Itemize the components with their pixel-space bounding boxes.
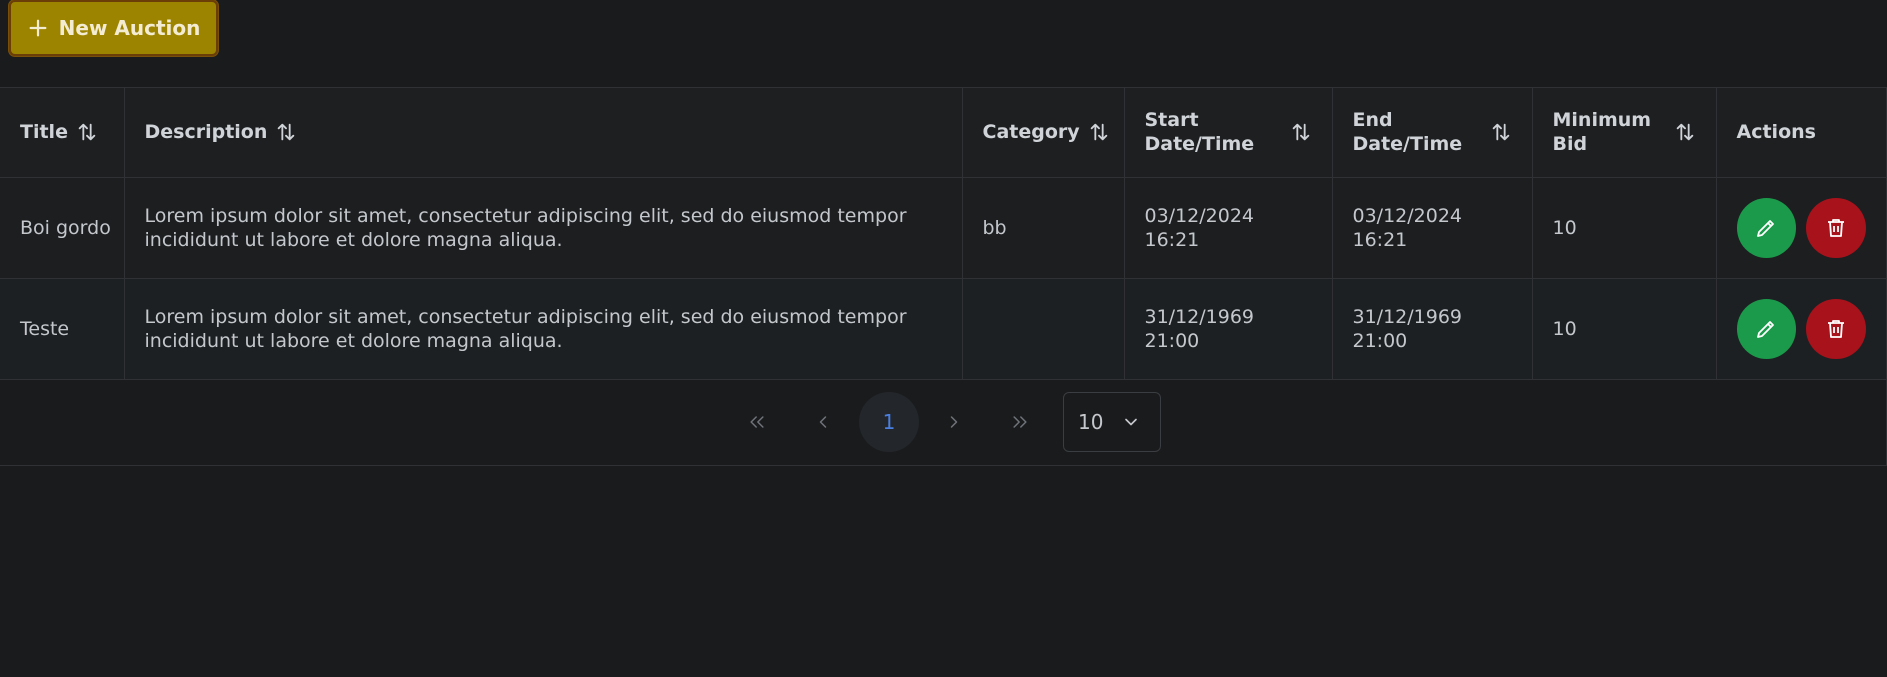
pencil-icon	[1757, 320, 1775, 338]
cell-description: Lorem ipsum dolor sit amet, consectetur …	[124, 278, 963, 380]
column-header-description[interactable]: Description	[124, 88, 963, 178]
sort-icon[interactable]	[1088, 121, 1110, 143]
column-header-minimum-bid[interactable]: Minimum Bid	[1532, 88, 1717, 178]
new-auction-label: New Auction	[58, 16, 201, 40]
column-label: Actions	[1736, 121, 1816, 144]
edit-button[interactable]	[1736, 298, 1796, 359]
chevron-right-icon	[950, 416, 958, 428]
double-chevron-left-icon	[750, 416, 764, 428]
cell-minimum-bid: 10	[1532, 177, 1717, 279]
cell-end-datetime: 03/12/2024 16:21	[1332, 177, 1533, 279]
page-size-value: 10	[1078, 410, 1104, 434]
sort-icon[interactable]	[1290, 121, 1312, 143]
page-size-select[interactable]: 10	[1063, 392, 1161, 452]
column-header-title[interactable]: Title	[0, 88, 125, 178]
cell-description: Lorem ipsum dolor sit amet, consectetur …	[124, 177, 963, 279]
sort-icon[interactable]	[1490, 121, 1512, 143]
auctions-table-container: Title Description Category Start Date/Ti…	[0, 87, 1887, 380]
cell-start-datetime: 03/12/2024 16:21	[1124, 177, 1333, 279]
new-auction-button[interactable]: New Auction	[9, 0, 218, 56]
cell-start-datetime: 31/12/1969 21:00	[1124, 278, 1333, 380]
chevron-left-icon	[819, 416, 827, 428]
pagination: 1 10	[0, 379, 1887, 466]
column-label: Start Date/Time	[1144, 109, 1255, 156]
cell-actions	[1716, 177, 1887, 279]
cell-title: Teste	[0, 278, 125, 380]
edit-button[interactable]	[1736, 197, 1796, 258]
cell-end-datetime: 31/12/1969 21:00	[1332, 278, 1533, 380]
column-label: Description	[144, 121, 268, 144]
cell-actions	[1716, 278, 1887, 380]
first-page-button[interactable]	[727, 392, 787, 452]
sort-icon[interactable]	[1674, 121, 1696, 143]
cell-category: bb	[962, 177, 1125, 279]
sort-icon[interactable]	[275, 121, 297, 143]
sort-icon[interactable]	[76, 121, 98, 143]
table-row: Teste Lorem ipsum dolor sit amet, consec…	[0, 278, 1887, 380]
column-header-start-datetime[interactable]: Start Date/Time	[1124, 88, 1333, 178]
plus-icon	[29, 19, 47, 37]
table-header-row: Title Description Category Start Date/Ti…	[0, 88, 1887, 178]
column-header-category[interactable]: Category	[962, 88, 1125, 178]
trash-icon	[1827, 319, 1844, 338]
column-label: Minimum Bid	[1552, 109, 1652, 156]
double-chevron-right-icon	[1013, 416, 1027, 428]
last-page-button[interactable]	[990, 392, 1050, 452]
pencil-icon	[1757, 219, 1775, 237]
cell-category	[962, 278, 1125, 380]
cell-title: Boi gordo	[0, 177, 125, 279]
auctions-table: Title Description Category Start Date/Ti…	[0, 88, 1887, 380]
chevron-down-icon	[1125, 418, 1138, 426]
next-page-button[interactable]	[924, 392, 984, 452]
column-header-end-datetime[interactable]: End Date/Time	[1332, 88, 1533, 178]
column-label: End Date/Time	[1352, 109, 1463, 156]
delete-button[interactable]	[1806, 298, 1866, 359]
delete-button[interactable]	[1806, 197, 1866, 258]
cell-minimum-bid: 10	[1532, 278, 1717, 380]
previous-page-button[interactable]	[793, 392, 853, 452]
column-label: Category	[982, 121, 1080, 144]
column-header-actions: Actions	[1716, 88, 1887, 178]
toolbar: New Auction	[0, 0, 1887, 88]
page-button-current[interactable]: 1	[859, 392, 919, 452]
table-row: Boi gordo Lorem ipsum dolor sit amet, co…	[0, 177, 1887, 279]
trash-icon	[1827, 218, 1844, 237]
column-label: Title	[20, 121, 68, 144]
